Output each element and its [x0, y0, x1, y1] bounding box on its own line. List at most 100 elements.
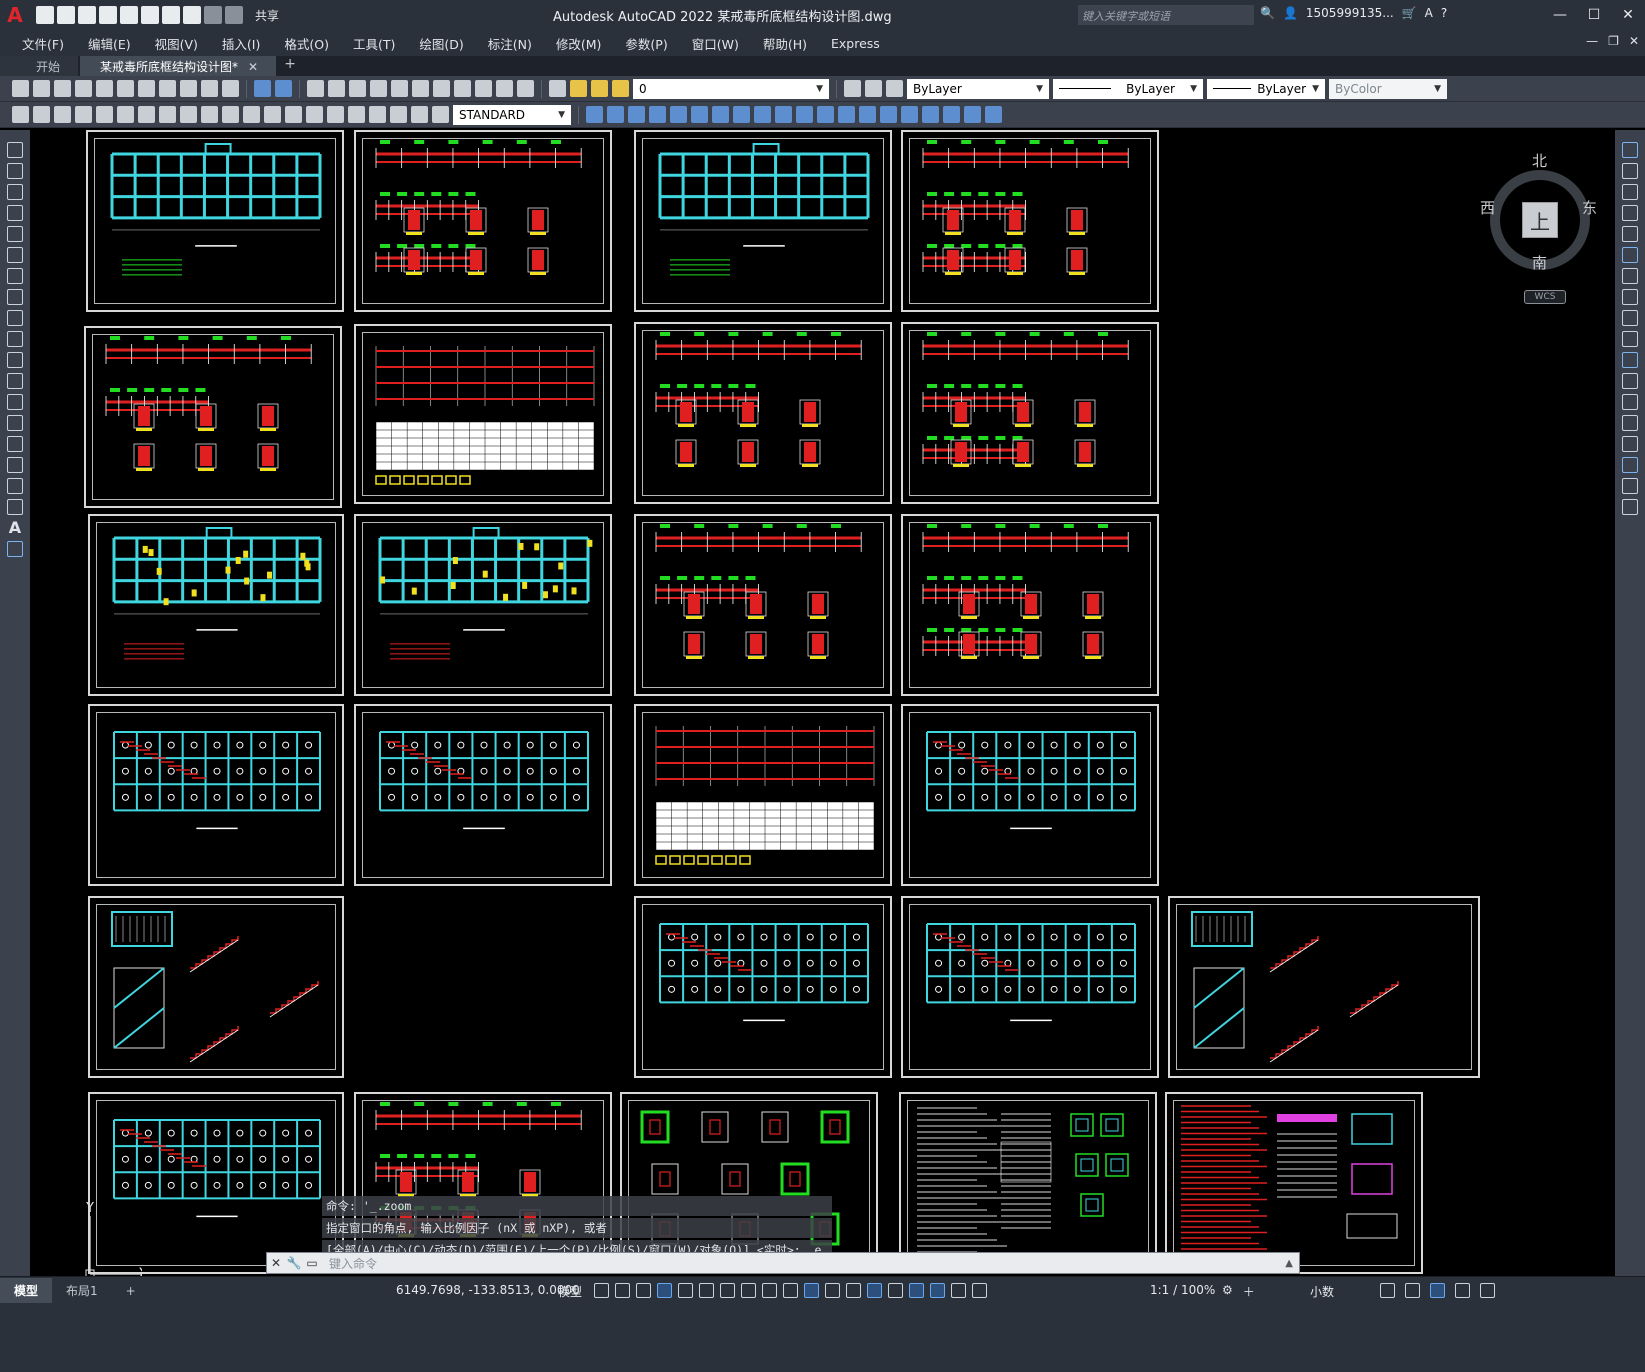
- dynamic-input-icon[interactable]: [657, 1283, 672, 1298]
- tab-drawing[interactable]: 某戒毒所底框结构设计图* ✕: [80, 56, 276, 76]
- make-block-icon[interactable]: [7, 394, 23, 410]
- ellipse-icon[interactable]: [7, 331, 23, 347]
- menu-item[interactable]: 窗口(W): [680, 34, 751, 53]
- dynamic-ucs-icon[interactable]: [867, 1283, 882, 1298]
- save-web-icon[interactable]: [141, 6, 159, 24]
- paste-icon[interactable]: [201, 80, 218, 97]
- jogged-dim-icon[interactable]: [138, 106, 155, 123]
- tab-start[interactable]: 开始: [0, 56, 78, 76]
- drawing-sheet[interactable]: [86, 130, 344, 312]
- doc-restore-icon[interactable]: ❐: [1608, 34, 1619, 48]
- open-icon[interactable]: [33, 80, 50, 97]
- arc-length-icon[interactable]: [75, 106, 92, 123]
- polar-icon[interactable]: [699, 1283, 714, 1298]
- break-icon[interactable]: [1622, 394, 1638, 410]
- rectangle-icon[interactable]: [7, 226, 23, 242]
- aligned-dim-icon[interactable]: [54, 106, 71, 123]
- command-line[interactable]: ✕ 🔧 ▭ 键入命令 ▲: [266, 1252, 1300, 1274]
- continue-icon[interactable]: [243, 106, 260, 123]
- calculator-icon[interactable]: [496, 80, 513, 97]
- viewcube-top-face[interactable]: 上: [1522, 202, 1558, 238]
- autodesk-account-icon[interactable]: A: [1425, 6, 1433, 20]
- tool-palettes-icon[interactable]: [433, 80, 450, 97]
- annotation-scale[interactable]: 1:1 / 100%: [1150, 1283, 1215, 1297]
- menu-item[interactable]: Express: [819, 36, 892, 51]
- layer-match-icon[interactable]: [844, 80, 861, 97]
- model-space-button[interactable]: 模型: [558, 1283, 582, 1300]
- cylinder-icon[interactable]: [628, 106, 645, 123]
- menu-item[interactable]: 绘图(D): [407, 34, 475, 53]
- copy-icon[interactable]: [180, 80, 197, 97]
- baseline-icon[interactable]: [222, 106, 239, 123]
- infer-constraints-icon[interactable]: [636, 1283, 651, 1298]
- maximize-button[interactable]: ☐: [1577, 0, 1611, 30]
- drawing-sheet[interactable]: [901, 704, 1159, 886]
- tab-model[interactable]: 模型: [0, 1278, 52, 1303]
- extend-icon[interactable]: [1622, 352, 1638, 368]
- layer-dropdown[interactable]: 0 ▼: [633, 79, 829, 99]
- selection-cycling-icon[interactable]: [825, 1283, 840, 1298]
- undo-icon[interactable]: [254, 80, 271, 97]
- new-file-icon[interactable]: [36, 6, 54, 24]
- add-selected-icon[interactable]: [7, 541, 23, 557]
- wedge-icon[interactable]: [670, 106, 687, 123]
- viewcube[interactable]: 上 北 南 东 西 WCS: [1470, 150, 1600, 350]
- plotstyle-dropdown[interactable]: ByColor ▼: [1329, 79, 1447, 99]
- slice-icon[interactable]: [943, 106, 960, 123]
- jogged-linear-icon[interactable]: [369, 106, 386, 123]
- layer-previous-icon[interactable]: [865, 80, 882, 97]
- menu-item[interactable]: 视图(V): [143, 34, 210, 53]
- drawing-sheet[interactable]: [901, 130, 1159, 312]
- drawing-sheet[interactable]: [88, 704, 344, 886]
- copy-object-icon[interactable]: [1622, 163, 1638, 179]
- box-icon[interactable]: [586, 106, 603, 123]
- recent-commands-icon[interactable]: ▭: [303, 1256, 321, 1270]
- fillet-icon[interactable]: [1622, 457, 1638, 473]
- radius-dim-icon[interactable]: [117, 106, 134, 123]
- drawing-sheet[interactable]: [88, 1092, 344, 1274]
- undo-icon[interactable]: [183, 6, 201, 24]
- plus-icon[interactable]: ＋: [1243, 1283, 1255, 1300]
- drawing-sheet[interactable]: [1168, 896, 1480, 1078]
- dim-edit-icon[interactable]: [390, 106, 407, 123]
- doc-close-icon[interactable]: ✕: [1629, 34, 1639, 48]
- qnew-icon[interactable]: [12, 80, 29, 97]
- menu-item[interactable]: 帮助(H): [751, 34, 819, 53]
- menu-item[interactable]: 工具(T): [341, 34, 407, 53]
- lock-icon[interactable]: [612, 80, 629, 97]
- drawing-sheet[interactable]: [88, 896, 344, 1078]
- mtext-icon[interactable]: A: [9, 520, 21, 536]
- help-icon[interactable]: [517, 80, 534, 97]
- dim-update-icon[interactable]: [432, 106, 449, 123]
- coordinates-readout[interactable]: 6149.7698, -133.8513, 0.0000: [396, 1283, 580, 1297]
- command-scroll-icon[interactable]: ▲: [1285, 1258, 1293, 1269]
- polysolid-icon[interactable]: [733, 106, 750, 123]
- insert-block-icon[interactable]: [7, 373, 23, 389]
- region-icon[interactable]: [7, 478, 23, 494]
- search-input[interactable]: 键入关键字或短语: [1078, 5, 1254, 25]
- customize-icon[interactable]: [1480, 1283, 1495, 1298]
- ordinate-dim-icon[interactable]: [96, 106, 113, 123]
- user-icon[interactable]: 👤: [1283, 6, 1298, 20]
- drawing-sheet[interactable]: [634, 704, 892, 886]
- quick-properties-icon[interactable]: [1380, 1283, 1395, 1298]
- polygon-icon[interactable]: [7, 205, 23, 221]
- arc-icon[interactable]: [7, 247, 23, 263]
- union-icon[interactable]: [859, 106, 876, 123]
- new-tab-button[interactable]: +: [278, 56, 302, 76]
- add-layout-button[interactable]: +: [112, 1280, 150, 1302]
- sweep-icon[interactable]: [796, 106, 813, 123]
- customize-qat-icon[interactable]: [225, 6, 243, 24]
- erase-icon[interactable]: [1622, 142, 1638, 158]
- spline-icon[interactable]: [7, 310, 23, 326]
- drawing-sheet[interactable]: [1165, 1092, 1423, 1274]
- share-button[interactable]: 共享: [255, 7, 279, 24]
- compass-east[interactable]: 东: [1582, 197, 1597, 218]
- color-dropdown[interactable]: ByLayer ▼: [907, 79, 1049, 99]
- auto-scale-icon[interactable]: [951, 1283, 966, 1298]
- linetype-dropdown[interactable]: ByLayer ▼: [1053, 79, 1203, 99]
- gizmo-icon[interactable]: [909, 1283, 924, 1298]
- menu-item[interactable]: 格式(O): [272, 34, 341, 53]
- lineweight-dropdown[interactable]: ByLayer ▼: [1207, 79, 1325, 99]
- preview-icon[interactable]: [96, 80, 113, 97]
